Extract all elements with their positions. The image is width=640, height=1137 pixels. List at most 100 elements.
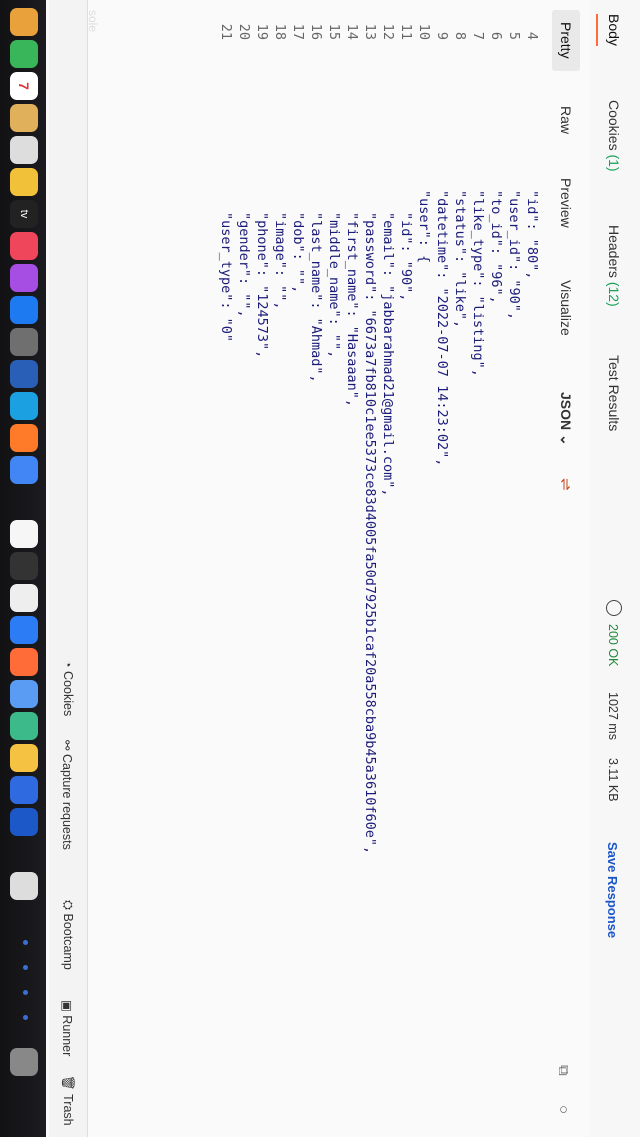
code-line: "to_id": "96", (488, 190, 504, 304)
search-icon[interactable]: ○ (555, 1105, 572, 1114)
tab-headers-count: (12) (606, 281, 622, 307)
response-time: 1027 ms (606, 692, 620, 740)
running-indicator (23, 990, 28, 995)
code-line: "user": { (416, 190, 432, 264)
macos-dock: 7 tv (0, 0, 46, 1137)
footer-bootcamp[interactable]: ⛭ Bootcamp (60, 900, 75, 970)
firefox-app-icon[interactable] (10, 424, 38, 452)
chrome-app-icon[interactable] (10, 456, 38, 484)
terminal-app-icon[interactable] (10, 552, 38, 580)
copy-icon[interactable]: ⧉ (555, 1065, 572, 1076)
code-line: "middle_name": "", (326, 212, 342, 359)
footer-capture-label: Capture requests (60, 753, 74, 850)
skype-app-icon[interactable] (10, 776, 38, 804)
preview-app-icon[interactable] (10, 584, 38, 612)
word-app-icon[interactable] (10, 808, 38, 836)
xcode-app-icon[interactable] (10, 616, 38, 644)
tab-cookies[interactable]: Cookies (1) (606, 100, 622, 172)
capture-icon: ⚯ (60, 740, 74, 751)
line-number: 18 (272, 23, 288, 40)
running-indicator (23, 1015, 28, 1020)
code-line: "password": "6673a7fb810c1ee5373ce83d400… (362, 212, 378, 855)
tab-body[interactable]: Body (606, 14, 622, 46)
teams-app-icon[interactable] (10, 392, 38, 420)
response-size: 3.11 KB (606, 758, 620, 802)
messages-app-icon[interactable] (10, 40, 38, 68)
line-number: 10 (416, 23, 432, 40)
code-line: "gender": "", (236, 212, 252, 318)
code-line: "id": "80", (524, 190, 540, 280)
footer-runner[interactable]: ▣ Runner (60, 1000, 75, 1056)
apple-tv-icon[interactable]: tv (10, 200, 38, 228)
footer-cookies-label: Cookies (61, 671, 75, 717)
footer-bootcamp-label: Bootcamp (61, 913, 75, 970)
view-preview-button[interactable]: Preview (558, 178, 574, 228)
music-app-icon[interactable] (10, 232, 38, 260)
format-select-value: JSON (558, 392, 574, 431)
line-number: 19 (254, 23, 270, 40)
running-indicator (23, 965, 28, 970)
sticky-app-icon[interactable] (10, 744, 38, 772)
reminders-app-icon[interactable] (10, 136, 38, 164)
footer-runner-label: Runner (60, 1015, 74, 1057)
line-number: 20 (236, 23, 252, 40)
wrap-lines-icon[interactable]: ⇌ (557, 478, 574, 494)
downloads-folder-icon[interactable] (10, 872, 38, 900)
view-pretty-button[interactable]: Pretty (552, 10, 580, 71)
code-line: "last_name": "Ahmad", (308, 212, 324, 383)
line-number: 17 (290, 23, 306, 40)
tab-headers[interactable]: Headers (12) (606, 225, 622, 307)
line-number: 15 (326, 23, 342, 40)
vscode-app-icon[interactable] (10, 360, 38, 388)
json-editor[interactable]: 4 5 6 7 8 9 10 11 12 13 14 15 16 17 18 1… (210, 0, 540, 1137)
stickies-app-icon[interactable] (10, 168, 38, 196)
trash-dock-icon[interactable] (10, 1048, 38, 1076)
line-number: 16 (308, 23, 324, 40)
code-line: "email": "jabbarahmad21@gmail.com", (380, 212, 396, 497)
app-store-icon[interactable] (10, 296, 38, 324)
cookie-icon: ◔ (61, 660, 75, 668)
postman-app-icon[interactable] (10, 648, 38, 676)
footer-cookies[interactable]: ◔ Cookies (61, 660, 75, 716)
textedit-app-icon[interactable] (10, 520, 38, 548)
notes-app-icon[interactable] (10, 104, 38, 132)
tab-test-results[interactable]: Test Results (606, 355, 622, 431)
android-studio-icon[interactable] (10, 712, 38, 740)
photos-app-icon[interactable] (10, 8, 38, 36)
view-toolbar: Pretty Raw Preview Visualize JSON ⌄ ⇌ ⧉ … (540, 0, 584, 1137)
code-line: "first_name": "Hasaaan", (344, 212, 360, 408)
bootcamp-icon: ⛭ (61, 900, 75, 911)
line-number: 6 (488, 31, 504, 40)
view-raw-button[interactable]: Raw (558, 106, 574, 134)
code-line: "status": "like", (452, 190, 468, 329)
line-number: 4 (524, 31, 540, 40)
screenshot-stage: Body Cookies (1) Headers (12) Test Resul… (0, 0, 640, 1137)
code-line: "user_type": "0" (218, 212, 234, 343)
save-response-button[interactable]: Save Response (605, 842, 620, 938)
calendar-app-icon[interactable]: 7 (10, 72, 38, 100)
podcasts-app-icon[interactable] (10, 264, 38, 292)
line-number: 14 (344, 23, 360, 40)
postman-response-pane: Body Cookies (1) Headers (12) Test Resul… (0, 0, 640, 1137)
line-number: 9 (434, 31, 450, 40)
tab-cookies-count: (1) (606, 154, 622, 172)
tab-headers-label: Headers (606, 225, 622, 278)
line-number: 11 (398, 23, 414, 40)
tab-cookies-label: Cookies (606, 100, 622, 151)
footer-capture-requests[interactable]: ⚯ Capture requests (60, 740, 75, 850)
format-select[interactable]: JSON ⌄ (557, 392, 574, 446)
code-line: "dob": "", (290, 212, 306, 294)
globe-icon[interactable] (606, 600, 622, 616)
code-line: "id": "90", (398, 212, 414, 302)
settings-app-icon[interactable] (10, 328, 38, 356)
running-indicator (23, 940, 28, 945)
status-footer: ◔ Cookies ⚯ Capture requests ⛭ Bootcamp … (49, 0, 88, 1137)
console-tab[interactable]: sole (86, 10, 100, 32)
view-visualize-button[interactable]: Visualize (558, 280, 574, 336)
footer-trash[interactable]: 🗑 Trash (60, 1075, 75, 1126)
status-code: 200 OK (606, 624, 620, 667)
code-line: "like_type": "listing", (470, 190, 486, 377)
chevron-down-icon: ⌄ (558, 434, 574, 446)
finder-app-icon[interactable] (10, 680, 38, 708)
line-number: 5 (506, 31, 522, 40)
